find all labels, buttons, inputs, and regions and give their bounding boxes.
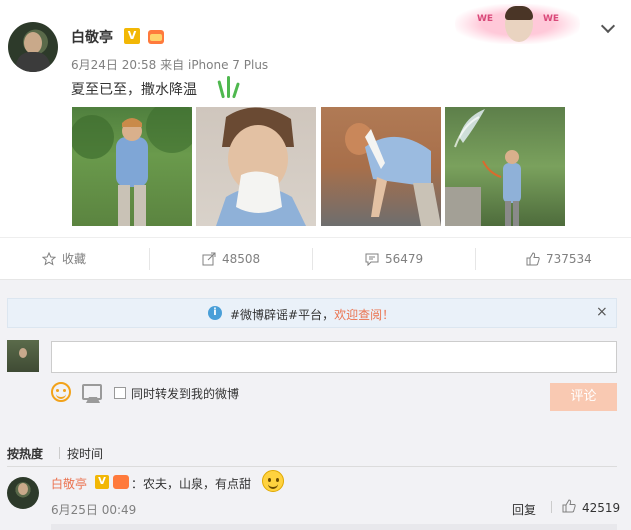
thumb-up-icon xyxy=(526,252,540,266)
notice-text: #微博辟谣#平台，欢迎查阅！ xyxy=(230,306,394,323)
sort-by-hot-tab[interactable]: 按热度 xyxy=(7,445,43,462)
verified-badge-icon: V xyxy=(95,475,109,489)
action-divider xyxy=(149,248,150,270)
post-text: 夏至已至，撒水降温 xyxy=(71,82,197,98)
post-photo-2[interactable] xyxy=(196,107,316,226)
post-time[interactable]: 6月24日 20:58 xyxy=(71,58,156,72)
grass-emoji-icon xyxy=(217,76,240,99)
repost-checkbox-label[interactable]: 同时转发到我的微博 xyxy=(131,385,239,402)
promo-tag-left: WE xyxy=(477,14,494,24)
author-avatar[interactable] xyxy=(8,22,58,72)
promo-portrait xyxy=(505,6,533,42)
post-photo-3[interactable] xyxy=(321,107,441,226)
member-crown-icon xyxy=(148,28,166,44)
image-icon[interactable] xyxy=(82,384,102,403)
like-count: 737534 xyxy=(546,252,592,266)
repost-button[interactable]: 48508 xyxy=(202,238,272,280)
chevron-down-icon[interactable] xyxy=(600,20,616,36)
sub-reply-area xyxy=(51,524,617,530)
like-button[interactable]: 737534 xyxy=(526,238,606,280)
notice-link[interactable]: 欢迎查阅！ xyxy=(334,308,394,322)
emoji-icon[interactable] xyxy=(51,382,71,402)
sort-divider xyxy=(59,447,60,459)
action-divider xyxy=(475,248,476,270)
info-icon: i xyxy=(208,306,222,320)
comment-count: 56479 xyxy=(385,252,424,266)
comment-icon xyxy=(365,253,379,266)
divider xyxy=(7,466,617,467)
submit-comment-button[interactable]: 评论 xyxy=(550,383,617,411)
source-prefix: 来自 xyxy=(160,58,185,72)
close-icon[interactable]: × xyxy=(596,304,608,320)
comment-input[interactable] xyxy=(51,341,617,373)
notice-prefix[interactable]: #微博辟谣#平台， xyxy=(230,308,334,322)
post-source[interactable]: iPhone 7 Plus xyxy=(188,58,268,72)
photo-2-figure xyxy=(216,107,306,226)
my-avatar[interactable] xyxy=(7,340,39,372)
photo-1-figure xyxy=(72,107,192,226)
member-crown-icon xyxy=(113,475,129,489)
comment-panel: i #微博辟谣#平台，欢迎查阅！ × 同时转发到我的微博 评论 按热度 按时间 … xyxy=(0,279,631,530)
photo-3-figure xyxy=(345,123,441,226)
author-name[interactable]: 白敬亭 xyxy=(71,27,113,47)
comment-text: ：农夫，山泉，有点甜 xyxy=(131,477,252,491)
comment-button[interactable]: 56479 xyxy=(365,238,435,280)
post-meta: 6月24日 20:58 来自 iPhone 7 Plus xyxy=(71,56,268,73)
favorite-label: 收藏 xyxy=(62,252,87,266)
star-icon xyxy=(42,252,56,266)
action-divider xyxy=(312,248,313,270)
repost-checkbox[interactable] xyxy=(114,387,126,399)
promo-banner[interactable]: WE WE xyxy=(455,4,580,44)
rumor-notice-bar: i #微博辟谣#平台，欢迎查阅！ × xyxy=(7,298,617,328)
reply-button[interactable]: 回复 xyxy=(512,501,536,518)
thumb-up-icon[interactable] xyxy=(562,499,576,513)
sort-by-time-tab[interactable]: 按时间 xyxy=(67,445,103,462)
commenter-name[interactable]: 白敬亭 xyxy=(51,475,87,492)
comment-like-count[interactable]: 42519 xyxy=(582,501,620,515)
smile-emoji-icon xyxy=(262,470,284,492)
commenter-avatar[interactable] xyxy=(7,477,39,509)
favorite-button[interactable]: 收藏 xyxy=(42,238,102,280)
verified-badge-icon: V xyxy=(124,28,140,44)
share-icon xyxy=(202,252,216,266)
post-photo-1[interactable] xyxy=(72,107,192,226)
comment-action-divider xyxy=(551,501,552,513)
weibo-post-card: 白敬亭 V 6月24日 20:58 来自 iPhone 7 Plus 夏至已至，… xyxy=(0,0,631,237)
post-photo-4[interactable] xyxy=(445,107,565,226)
promo-tag-right: WE xyxy=(543,14,560,24)
post-action-bar: 收藏 48508 56479 737534 xyxy=(0,237,631,279)
repost-count: 48508 xyxy=(222,252,261,266)
photo-4-figure xyxy=(445,109,521,226)
comment-time: 6月25日 00:49 xyxy=(51,503,137,517)
